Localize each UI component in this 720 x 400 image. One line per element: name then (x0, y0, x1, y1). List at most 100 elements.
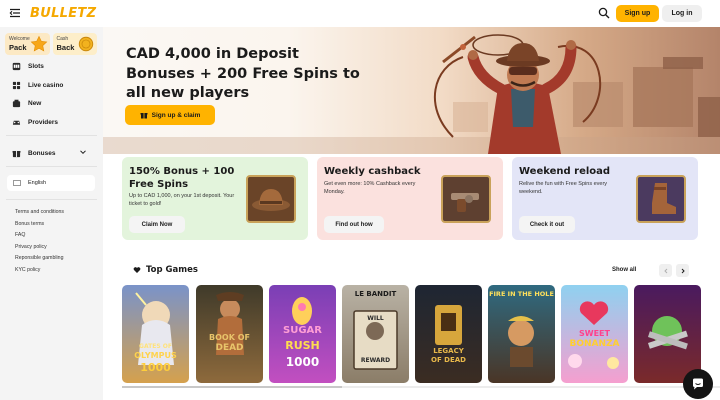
sidebar-divider (6, 135, 97, 136)
game-title-line: WILL (367, 315, 384, 322)
cashback-tile[interactable]: Cash Back (52, 33, 97, 55)
sidebar: Welcome Pack Cash Back Slots Live casino… (0, 27, 103, 400)
promo-card-welcome-bonus: 150% Bonus + 100 Free Spins Up to CAD 1,… (122, 157, 308, 240)
game-tile-sweet-bonanza[interactable]: SWEET BONANZA (561, 285, 628, 383)
promo-card-weekend-reload: Weekend reload Relive the fun with Free … (512, 157, 698, 240)
gift-icon (140, 113, 148, 119)
find-out-how-button[interactable]: Find out how (324, 216, 384, 233)
providers-icon (12, 120, 21, 125)
game-title-line: RUSH (285, 339, 320, 352)
game-title-line: SWEET (579, 329, 610, 338)
sidebar-divider (6, 166, 97, 167)
welcome-pack-tile[interactable]: Welcome Pack (5, 33, 50, 55)
terms-link[interactable]: Terms and conditions (15, 207, 64, 219)
login-button[interactable]: Log in (662, 5, 702, 22)
game-tile-fire-in-the-hole[interactable]: FIRE IN THE HOLE (488, 285, 555, 383)
chat-icon (693, 378, 703, 390)
game-title-line: OF DEAD (431, 356, 466, 364)
check-it-out-button[interactable]: Check it out (519, 216, 575, 233)
chevron-right-icon (681, 268, 685, 273)
bonus-terms-link[interactable]: Bonus terms (15, 219, 64, 231)
cashback-label: Back (56, 43, 75, 52)
game-tile-sugar-rush[interactable]: SUGAR RUSH 1000 (269, 285, 336, 383)
signup-claim-button[interactable]: Sign up & claim (125, 105, 215, 125)
next-games-button[interactable] (676, 264, 689, 277)
sidebar-item-live-casino[interactable]: Live casino (12, 79, 63, 91)
prev-games-button[interactable] (659, 264, 672, 277)
cowboy-hat-image (246, 175, 296, 223)
game-title-line: OLYMPUS (134, 351, 177, 360)
game-title-line: SUGAR (283, 325, 322, 336)
slots-icon (12, 62, 21, 70)
wanted-poster-art (353, 310, 398, 370)
promo-card-title: 150% Bonus + 100 Free Spins (129, 166, 235, 190)
search-icon[interactable] (598, 7, 610, 19)
signup-claim-label: Sign up & claim (151, 111, 201, 119)
new-icon (12, 99, 21, 107)
sidebar-divider (6, 199, 97, 200)
sidebar-item-label: Bonuses (28, 149, 56, 157)
sidebar-item-label: Live casino (28, 81, 64, 89)
miner-art (508, 316, 534, 367)
menu-collapse-icon[interactable] (9, 7, 21, 19)
sidebar-item-new[interactable]: New (12, 97, 41, 109)
promo-card-description: Get even more: 10% Cashback every Monday… (324, 181, 416, 195)
game-tile-le-bandit[interactable]: LE BANDIT WILL REWARD (342, 285, 409, 383)
sarcophagus-art (435, 305, 462, 345)
game-tile-legacy-of-dead[interactable]: LEGACY OF DEAD (415, 285, 482, 383)
top-games-header: Top Games (133, 265, 198, 275)
language-label: English (28, 180, 47, 186)
game-title-line: BOOK OF (209, 333, 250, 342)
sidebar-item-label: New (28, 99, 42, 107)
footer-links: Terms and conditions Bonus terms FAQ Pri… (15, 207, 64, 276)
sidebar-item-slots[interactable]: Slots (12, 60, 44, 72)
claim-now-button[interactable]: Claim Now (129, 216, 185, 233)
games-scroll-thumb[interactable] (122, 386, 342, 388)
hero-banner: CAD 4,000 in Deposit Bonuses + 200 Free … (103, 27, 720, 154)
responsible-gambling-link[interactable]: Reponsible gambling (15, 253, 64, 265)
cowboy-boot-image (636, 175, 686, 223)
privacy-policy-link[interactable]: Privacy policy (15, 242, 64, 254)
star-icon (30, 35, 47, 52)
game-title-line: GATES OF (139, 343, 172, 350)
top-header: BULLETZ Sign up Log in (0, 0, 720, 27)
kyc-policy-link[interactable]: KYC policy (15, 265, 64, 277)
coin-icon (78, 36, 94, 52)
cashback-small-label: Cash (56, 36, 69, 42)
live-chat-button[interactable] (683, 369, 713, 399)
welcome-pack-small-label: Welcome (9, 36, 30, 42)
bulletz-logo[interactable]: BULLETZ (30, 6, 96, 21)
game-title-line: REWARD (360, 357, 391, 364)
game-title-line: DEAD (215, 343, 244, 353)
game-title-line: LE BANDIT (354, 290, 397, 298)
game-tile-gates-of-olympus[interactable]: GATES OF OLYMPUS 1000 (122, 285, 189, 383)
flag-icon (13, 180, 21, 186)
game-title-line: FIRE IN THE HOLE (489, 290, 554, 298)
game-title-line: BONANZA (569, 339, 620, 349)
signup-button[interactable]: Sign up (616, 5, 659, 22)
game-title-line: 1000 (285, 355, 320, 369)
game-tile-zombie-slot[interactable] (634, 285, 701, 383)
faq-link[interactable]: FAQ (15, 230, 64, 242)
promo-card-weekly-cashback: Weekly cashback Get even more: 10% Cashb… (317, 157, 503, 240)
show-all-link[interactable]: Show all (612, 267, 636, 273)
sidebar-item-label: Slots (28, 62, 44, 70)
bonuses-icon (12, 150, 21, 157)
promo-card-title: Weekend reload (519, 166, 611, 177)
hero-title: CAD 4,000 in Deposit Bonuses + 200 Free … (126, 46, 360, 101)
language-select[interactable]: English (7, 175, 95, 191)
sidebar-item-providers[interactable]: Providers (12, 116, 58, 128)
chevron-down-icon[interactable] (79, 148, 87, 156)
game-tile-book-of-dead[interactable]: BOOK OF DEAD (196, 285, 263, 383)
sidebar-item-label: Providers (28, 118, 58, 126)
game-title-line: 1000 (140, 361, 171, 374)
heart-icon (133, 267, 141, 273)
top-games-title: Top Games (146, 265, 198, 275)
welcome-pack-label: Pack (9, 43, 27, 52)
game-title-line: LEGACY (433, 347, 464, 355)
revolver-image (441, 175, 491, 223)
sidebar-promo-tiles: Welcome Pack Cash Back (5, 33, 97, 55)
promo-card-description: Relive the fun with Free Spins every wee… (519, 181, 608, 195)
live-casino-icon (12, 81, 21, 89)
sidebar-item-bonuses[interactable]: Bonuses (12, 147, 55, 159)
